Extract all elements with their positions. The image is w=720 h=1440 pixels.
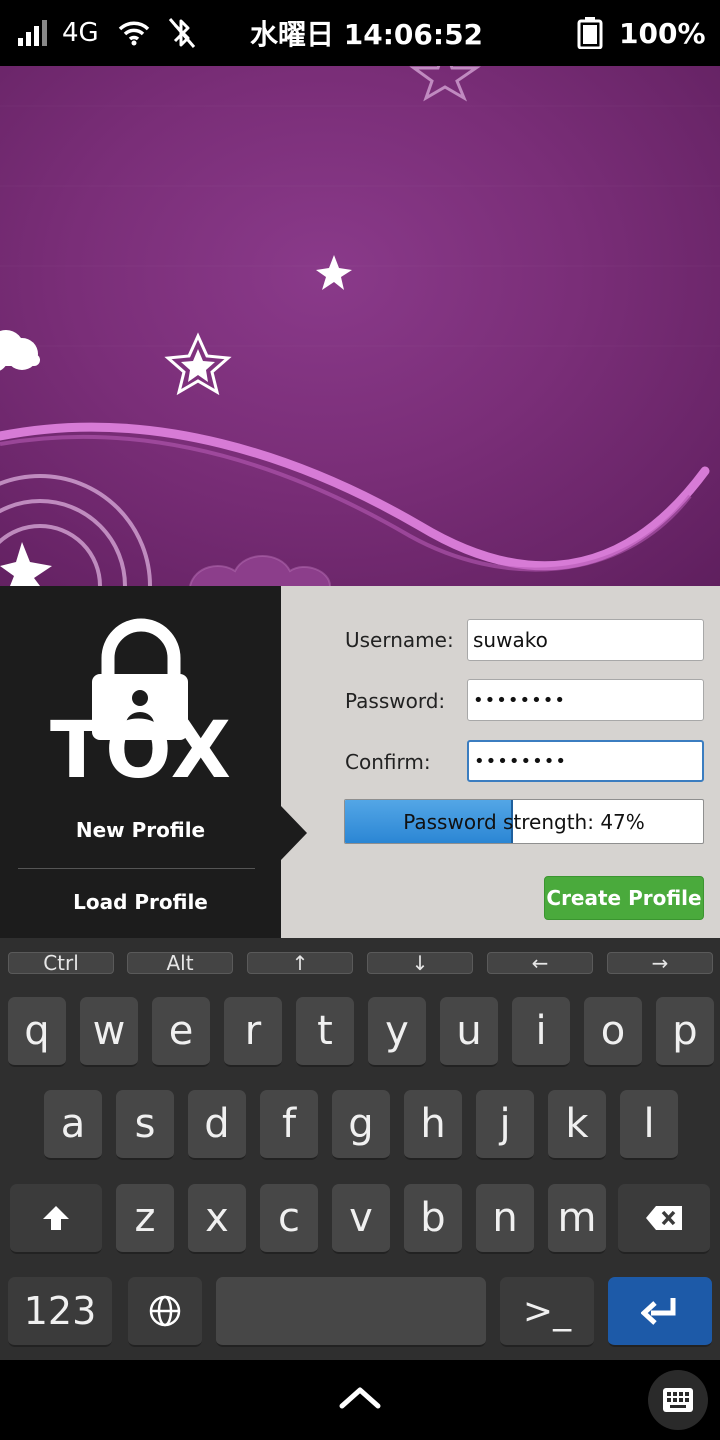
status-clock: 水曜日 14:06:52 bbox=[250, 18, 484, 51]
arrow-left-key[interactable]: ← bbox=[487, 951, 593, 975]
keyboard-toggle-icon[interactable] bbox=[648, 1370, 708, 1430]
globe-icon bbox=[149, 1295, 181, 1327]
key-w[interactable]: w bbox=[80, 997, 138, 1067]
key-o[interactable]: o bbox=[584, 997, 642, 1067]
logo-text: TOX bbox=[50, 706, 233, 796]
navigation-bar bbox=[0, 1360, 720, 1440]
confirm-label: Confirm: bbox=[345, 750, 431, 774]
sidebar-divider bbox=[18, 868, 255, 869]
key-u[interactable]: u bbox=[440, 997, 498, 1067]
space-key[interactable] bbox=[216, 1277, 486, 1347]
enter-key[interactable] bbox=[608, 1277, 712, 1347]
password-strength-bar: Password strength: 47% bbox=[344, 799, 704, 844]
key-j[interactable]: j bbox=[476, 1090, 534, 1160]
key-f[interactable]: f bbox=[260, 1090, 318, 1160]
key-m[interactable]: m bbox=[548, 1184, 606, 1254]
chevron-up-icon[interactable] bbox=[338, 1374, 382, 1428]
shift-arrow-icon bbox=[43, 1206, 69, 1230]
confirm-password-field[interactable]: •••••••• bbox=[467, 740, 704, 782]
key-i[interactable]: i bbox=[512, 997, 570, 1067]
new-profile-form: Username: suwako Password: •••••••• Conf… bbox=[281, 586, 720, 938]
key-s[interactable]: s bbox=[116, 1090, 174, 1160]
tox-logo: TOX bbox=[50, 612, 233, 796]
arrow-up-key[interactable]: ↑ bbox=[247, 951, 353, 975]
battery-icon bbox=[577, 0, 603, 66]
username-field[interactable]: suwako bbox=[467, 619, 704, 661]
key-n[interactable]: n bbox=[476, 1184, 534, 1254]
key-l[interactable]: l bbox=[620, 1090, 678, 1160]
key-d[interactable]: d bbox=[188, 1090, 246, 1160]
arrow-right-key[interactable]: → bbox=[607, 951, 713, 975]
profile-sidebar: TOX New Profile Load Profile bbox=[0, 586, 281, 938]
status-bar: 4G 水曜日 14:06:52 100% bbox=[0, 0, 720, 66]
enter-arrow-icon bbox=[641, 1298, 676, 1325]
wallpaper bbox=[0, 66, 720, 586]
new-profile-tab[interactable]: New Profile bbox=[0, 818, 281, 842]
alt-key[interactable]: Alt bbox=[127, 951, 233, 975]
key-z[interactable]: z bbox=[116, 1184, 174, 1254]
star-decoration bbox=[409, 66, 481, 102]
terminal-key[interactable]: >_ bbox=[500, 1277, 594, 1347]
key-g[interactable]: g bbox=[332, 1090, 390, 1160]
key-c[interactable]: c bbox=[260, 1184, 318, 1254]
key-p[interactable]: p bbox=[656, 997, 714, 1067]
backspace-key[interactable] bbox=[618, 1184, 710, 1254]
shift-key[interactable] bbox=[10, 1184, 102, 1254]
key-k[interactable]: k bbox=[548, 1090, 606, 1160]
profile-panel: TOX New Profile Load Profile Username: s… bbox=[0, 586, 720, 938]
wifi-icon bbox=[118, 0, 150, 66]
password-strength-text: Password strength: 47% bbox=[403, 809, 645, 834]
key-e[interactable]: e bbox=[152, 997, 210, 1067]
signal-icon bbox=[18, 0, 48, 66]
load-profile-tab[interactable]: Load Profile bbox=[0, 890, 281, 914]
key-t[interactable]: t bbox=[296, 997, 354, 1067]
key-x[interactable]: x bbox=[188, 1184, 246, 1254]
arrow-down-key[interactable]: ↓ bbox=[367, 951, 473, 975]
network-type: 4G bbox=[62, 18, 99, 48]
key-q[interactable]: q bbox=[8, 997, 66, 1067]
password-label: Password: bbox=[345, 689, 446, 713]
virtual-keyboard: Ctrl Alt ↑ ↓ ← → qwertyuiop asdfghjkl zx… bbox=[0, 938, 720, 1360]
language-key[interactable] bbox=[128, 1277, 202, 1347]
bluetooth-off-icon bbox=[166, 0, 198, 66]
key-a[interactable]: a bbox=[44, 1090, 102, 1160]
key-r[interactable]: r bbox=[224, 997, 282, 1067]
key-h[interactable]: h bbox=[404, 1090, 462, 1160]
password-field[interactable]: •••••••• bbox=[467, 679, 704, 721]
numbers-key[interactable]: 123 bbox=[8, 1277, 112, 1347]
create-profile-button[interactable]: Create Profile bbox=[544, 876, 704, 920]
key-v[interactable]: v bbox=[332, 1184, 390, 1254]
username-label: Username: bbox=[345, 628, 454, 652]
ctrl-key[interactable]: Ctrl bbox=[8, 951, 114, 975]
battery-percent: 100% bbox=[619, 16, 706, 50]
key-y[interactable]: y bbox=[368, 997, 426, 1067]
key-b[interactable]: b bbox=[404, 1184, 462, 1254]
backspace-icon bbox=[646, 1206, 682, 1230]
